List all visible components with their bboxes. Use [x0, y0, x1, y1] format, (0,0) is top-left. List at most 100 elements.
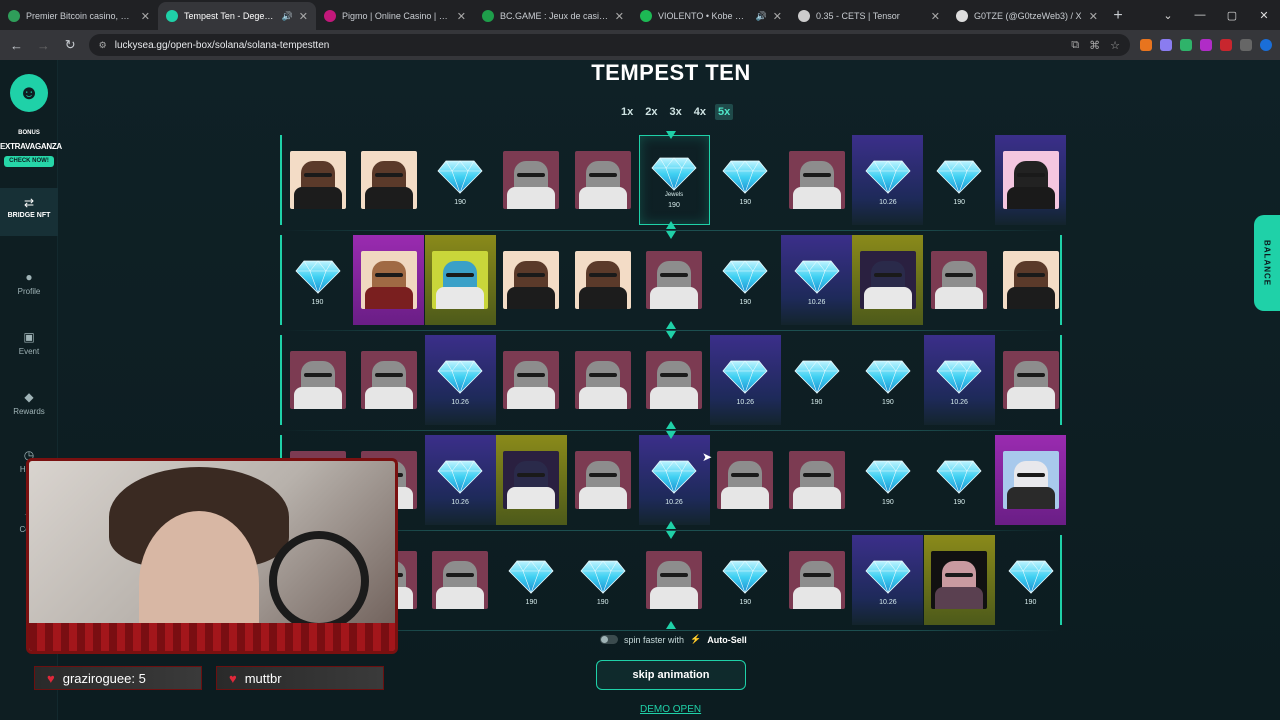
cast-icon[interactable]: ⧉ [1071, 39, 1079, 52]
auto-sell-toggle[interactable] [600, 635, 618, 644]
tab-close-icon[interactable]: ✕ [457, 10, 466, 23]
nft-item [496, 135, 567, 225]
multiplier-option[interactable]: 1x [618, 104, 636, 120]
demo-open-link[interactable]: DEMO OPEN [640, 704, 701, 715]
item-value: 190 [739, 198, 752, 206]
balance-tab[interactable]: BALANCE [1254, 215, 1280, 311]
item-value: 10.26 [665, 498, 683, 506]
nft-item [781, 135, 852, 225]
nft-artwork [574, 351, 631, 409]
jewel-item: 190 [852, 435, 923, 525]
multiplier-option[interactable]: 3x [667, 104, 685, 120]
bridge-nft-button[interactable]: ⇄ BRIDGE NFT [0, 188, 58, 236]
heart-icon: ♥ [47, 670, 55, 686]
bookmark-star-icon[interactable]: ☆ [1110, 39, 1120, 52]
event-icon: ▣ [23, 330, 35, 344]
nft-item [567, 435, 638, 525]
extension-green-icon[interactable] [1179, 39, 1192, 51]
tab-favicon-icon [482, 10, 494, 22]
browser-tab[interactable]: Premier Bitcoin casino, Ethereu ✕ [0, 2, 158, 30]
check-now-button[interactable]: CHECK NOW! [4, 156, 54, 167]
site-info-icon[interactable]: ⚙ [99, 40, 107, 51]
new-tab-button[interactable]: + [1106, 2, 1130, 30]
sidebar-item-profile[interactable]: ● Profile [0, 270, 58, 296]
nft-item [995, 235, 1066, 325]
address-bar[interactable]: ⚙ luckysea.gg/open-box/solana/solana-tem… [88, 34, 1130, 56]
item-value: 10.26 [451, 398, 469, 406]
item-value: 190 [454, 198, 466, 206]
minimize-icon[interactable]: — [1184, 0, 1216, 30]
bonus-banner[interactable]: BONUS EXTRAVAGANZA CHECK NOW! [0, 130, 62, 167]
diamond-icon [935, 355, 983, 395]
page-title: TEMPEST TEN [591, 60, 751, 85]
nft-item [639, 535, 710, 625]
nft-artwork [503, 451, 560, 509]
item-value: 190 [953, 198, 966, 206]
browser-tab[interactable]: VIOLENTO • Kobe Mane 🔊 ✕ [632, 2, 790, 30]
browser-tab[interactable]: Pigmo | Online Casino | Pigmo ✕ [316, 2, 474, 30]
nft-item [924, 235, 995, 325]
stream-label-left-text: graziroguee: 5 [62, 670, 146, 686]
diamond-icon [935, 155, 983, 195]
tab-audio-icon[interactable]: 🔊 [282, 11, 293, 22]
reload-icon[interactable]: ↻ [62, 37, 79, 53]
extension-phantom-icon[interactable] [1159, 39, 1172, 51]
sidebar-item-label: Rewards [13, 407, 45, 416]
browser-tab[interactable]: BC.GAME : Jeux de casino cryp ✕ [474, 2, 632, 30]
tab-close-icon[interactable]: ✕ [141, 10, 150, 23]
nft-item [567, 235, 638, 325]
payline-marker-up-icon [666, 321, 676, 329]
multiplier-option[interactable]: 2x [642, 104, 660, 120]
tab-title: VIOLENTO • Kobe Mane [658, 11, 750, 21]
nft-artwork [646, 251, 702, 309]
browser-tab[interactable]: 0.35 - CETS | Tensor ✕ [790, 2, 948, 30]
tab-close-icon[interactable]: ✕ [299, 10, 308, 23]
tab-close-icon[interactable]: ✕ [1089, 10, 1098, 23]
jewel-item: 190 [710, 235, 781, 325]
skip-animation-button[interactable]: skip animation [596, 660, 746, 690]
extension-red-icon[interactable] [1219, 39, 1232, 51]
webcam-frame-decoration [29, 623, 395, 651]
tab-audio-icon[interactable]: 🔊 [756, 11, 767, 22]
nft-item [353, 135, 424, 225]
nft-item [353, 335, 424, 425]
multiplier-option[interactable]: 5x [715, 104, 734, 120]
multiplier-option[interactable]: 4x [691, 104, 709, 120]
sidebar-item-event[interactable]: ▣ Event [0, 330, 58, 356]
extension-fox-icon[interactable] [1139, 39, 1152, 51]
item-value: 190 [525, 598, 538, 606]
extensions-puzzle-icon[interactable] [1239, 39, 1252, 51]
browser-tab[interactable]: Tempest Ten - Degenerate 🔊 ✕ [158, 2, 316, 30]
tab-close-icon[interactable]: ✕ [773, 10, 782, 23]
diamond-icon [721, 355, 769, 395]
maximize-icon[interactable]: ▢ [1216, 0, 1248, 30]
nft-artwork [1002, 151, 1059, 209]
url-text: luckysea.gg/open-box/solana/solana-tempe… [114, 39, 330, 51]
spin-faster-control[interactable]: spin faster with ⚡ Auto-Sell [600, 634, 747, 645]
tab-close-icon[interactable]: ✕ [931, 10, 940, 23]
profile-avatar-icon[interactable] [1259, 39, 1272, 51]
sidebar-item-rewards[interactable]: ◆ Rewards [0, 390, 58, 416]
browser-tab[interactable]: G0TZE (@G0tzeWeb3) / X ✕ [948, 2, 1106, 30]
extension-purple-icon[interactable] [1199, 39, 1212, 51]
item-value: 190 [882, 398, 894, 406]
back-icon[interactable]: ← [8, 38, 25, 53]
jewel-item: 190 [710, 535, 781, 625]
luckysea-logo-icon[interactable]: ☻ [10, 74, 48, 112]
close-window-icon[interactable]: ✕ [1248, 0, 1280, 30]
tab-close-icon[interactable]: ✕ [615, 10, 624, 23]
diamond-icon [864, 555, 912, 595]
forward-icon[interactable]: → [35, 38, 52, 53]
nft-item [282, 335, 353, 425]
translate-icon[interactable]: ⌘ [1089, 39, 1100, 52]
nft-artwork [717, 451, 774, 509]
nft-artwork [1002, 351, 1059, 409]
diamond-icon [436, 155, 484, 195]
item-value: 190 [311, 298, 324, 306]
window-controls: ⌄ — ▢ ✕ [1152, 0, 1280, 30]
nft-artwork [788, 451, 845, 509]
diamond-icon [721, 555, 769, 595]
extravaganza-label: EXTRAVAGANZA [0, 142, 62, 151]
nft-artwork [788, 551, 845, 609]
tab-search-icon[interactable]: ⌄ [1152, 0, 1184, 30]
